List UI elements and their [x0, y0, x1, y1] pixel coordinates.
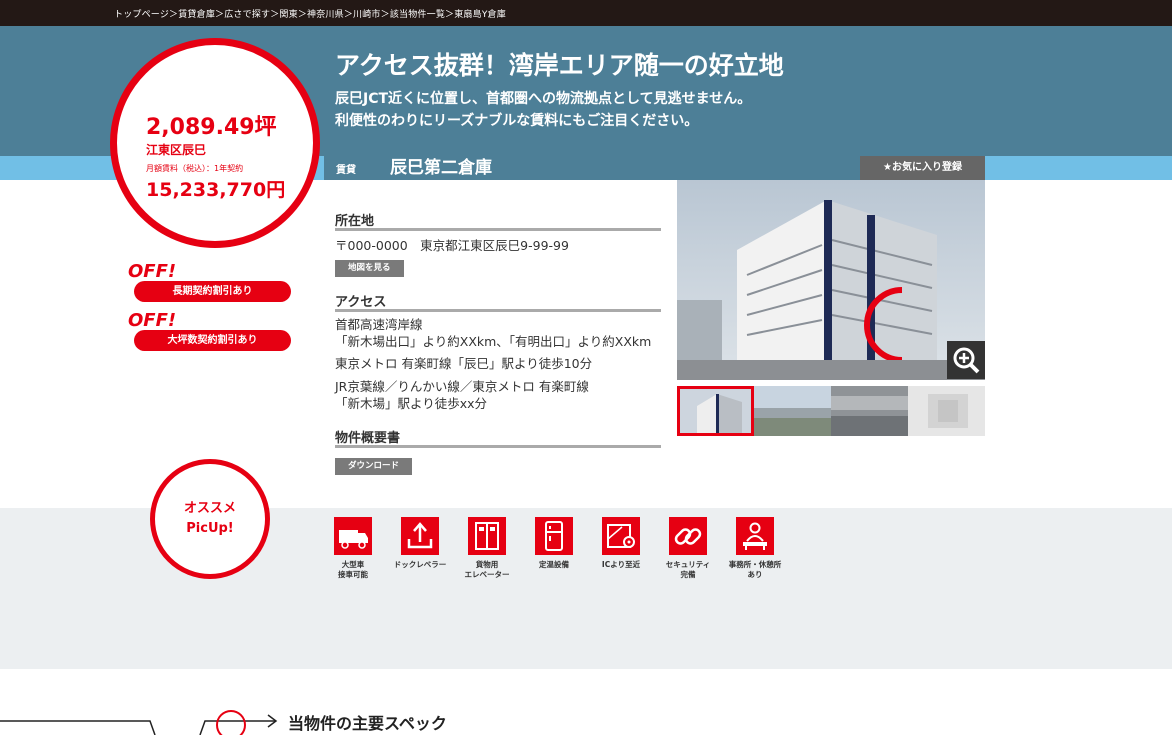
add-favorite-button[interactable]: ★お気に入り登録	[860, 156, 985, 180]
offer-badge-1: OFF!	[128, 261, 177, 282]
map-pin-icon	[602, 517, 640, 555]
feature-label: 定温設備	[539, 560, 569, 569]
feature-security: セキュリティ 完備	[658, 517, 718, 580]
access-line: 東京メトロ 有楽町線「辰巳」駅より徒歩10分	[335, 356, 593, 371]
access-line: JR京葉線／りんかい線／東京メトロ 有楽町線	[335, 379, 589, 394]
feature-label: あり	[747, 570, 763, 579]
rent-label: 月額賃料（税込）：1年契約	[146, 164, 244, 173]
feature-label: 接車可能	[338, 570, 368, 579]
zoom-in-icon	[953, 347, 980, 374]
zoom-photo-button[interactable]	[947, 341, 985, 379]
access-divider	[335, 309, 661, 312]
hero-subtitle-line-2: 利便性のわりにリーズナブルな賃料にもご注目ください。	[335, 113, 699, 129]
hero-subtitle: 辰巳JCT近くに位置し、首都圏への物流拠点として見逃せません。 利便性のわりにリ…	[335, 88, 751, 132]
access-line: 首都高速湾岸線	[335, 317, 423, 332]
summary-circle: 2,089.49坪 江東区辰巳 月額賃料（税込）：1年契約 15,233,770…	[110, 38, 320, 248]
feature-label: 事務所・休憩所	[728, 560, 782, 569]
spec-heading-decoration	[0, 710, 278, 735]
download-button[interactable]: ダウンロード	[335, 458, 413, 475]
access-line: 「新木場」駅より徒歩xx分	[335, 396, 488, 411]
spec-section-title: 当物件の主要スペック	[288, 714, 447, 733]
docs-divider	[335, 445, 661, 448]
feature-label: セキュリティ	[665, 560, 711, 569]
photo-thumbnail-3[interactable]	[831, 386, 908, 436]
office-worker-icon	[736, 517, 774, 555]
area-value: 2,089.49坪	[146, 115, 277, 140]
feature-label: ICより至近	[601, 560, 641, 569]
rent-value: 15,233,770円	[146, 179, 286, 201]
hero-title: アクセス抜群！湾岸エリア随一の好立地	[335, 51, 784, 80]
access-line: 「新木場出口」より約XXkm、「有明出口」より約XXkm	[335, 334, 652, 349]
thumbnail-image	[677, 386, 754, 436]
view-map-button[interactable]: 地図を見る	[335, 260, 404, 277]
feature-temperature-control: 定温設備	[524, 517, 584, 570]
photo-thumbnail-2[interactable]	[754, 386, 831, 436]
breadcrumb[interactable]: トップページ＞賃貸倉庫＞広さで探す＞関東＞神奈川県＞川崎市＞該当物件一覧＞東扇島…	[114, 7, 506, 20]
feature-dock-leveler: ドックレベラー	[390, 517, 450, 570]
docs-heading: 物件概要書	[335, 431, 401, 446]
photo-thumbnail-4[interactable]	[908, 386, 985, 436]
location-heading: 所在地	[335, 214, 375, 229]
feature-label: 大型車	[341, 560, 365, 569]
hero-subtitle-line-1: 辰巳JCT近くに位置し、首都圏への物流拠点として見逃せません。	[335, 91, 752, 107]
property-type-label: 賃貸	[336, 165, 356, 176]
offer-large-area-pill: 大坪数契約割引あり	[134, 330, 291, 351]
pickup-line-1: オススメ	[183, 501, 236, 516]
photo-thumbnail-1[interactable]	[677, 386, 754, 436]
pickup-badge: オススメ PicUp!	[150, 459, 270, 579]
access-heading: アクセス	[335, 295, 387, 310]
feature-office-rest-area: 事務所・休憩所 あり	[725, 517, 785, 580]
feature-label: ドックレベラー	[393, 560, 447, 569]
refrigerator-icon	[535, 517, 573, 555]
feature-label: エレベーター	[464, 570, 510, 579]
building-photo-image	[677, 180, 985, 380]
breadcrumb-bar: トップページ＞賃貸倉庫＞広さで探す＞関東＞神奈川県＞川崎市＞該当物件一覧＞東扇島…	[0, 0, 1172, 26]
feature-label: 貨物用	[475, 560, 499, 569]
property-name: 辰巳第二倉庫	[390, 158, 492, 178]
feature-large-truck: 大型車 接車可能	[323, 517, 383, 580]
dock-leveler-icon	[401, 517, 439, 555]
thumbnail-image	[754, 386, 831, 436]
address: 〒000-0000 東京都江東区辰巳9-99-99	[335, 238, 569, 253]
location-value: 江東区辰巳	[146, 143, 207, 157]
main-property-photo	[677, 180, 985, 380]
feature-freight-elevator: 貨物用 エレベーター	[457, 517, 517, 580]
location-divider	[335, 228, 661, 231]
truck-icon	[334, 517, 372, 555]
chain-link-icon	[669, 517, 707, 555]
thumbnail-image	[908, 386, 985, 436]
thumbnail-image	[831, 386, 908, 436]
pickup-line-2: PicUp!	[186, 521, 234, 536]
offer-long-term-pill: 長期契約割引あり	[134, 281, 291, 302]
feature-label: 完備	[680, 570, 696, 579]
offer-badge-2: OFF!	[128, 310, 177, 331]
feature-near-ic: ICより至近	[591, 517, 651, 570]
elevator-icon	[468, 517, 506, 555]
